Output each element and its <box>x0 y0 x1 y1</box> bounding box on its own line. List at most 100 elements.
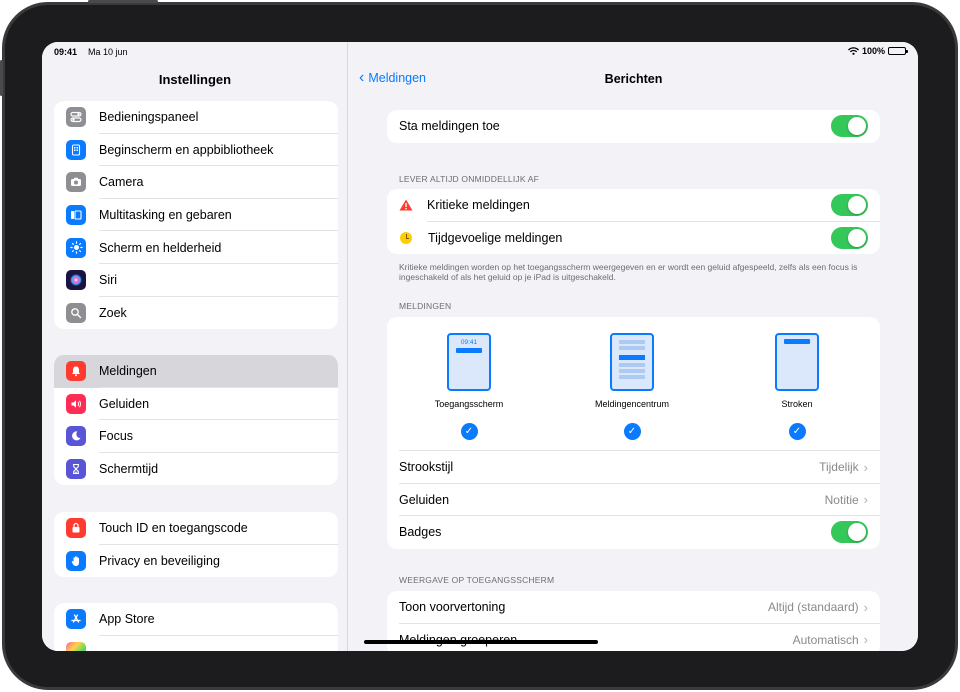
banner-style-value: Tijdelijk <box>819 460 859 475</box>
focus-moon-icon <box>66 426 86 447</box>
sidebar-item-camera[interactable]: Camera <box>54 166 338 199</box>
allow-notifications-toggle[interactable] <box>831 115 868 138</box>
sidebar-item-multitasking[interactable]: Multitasking en gebaren <box>54 199 338 232</box>
sounds-value: Notitie <box>824 492 859 507</box>
sidebar-item-control-center[interactable]: Bedieningspaneel <box>54 101 338 134</box>
lockscreen-section-header: WEERGAVE OP TOEGANGSSCHERM <box>399 575 555 585</box>
sidebar-item-label: Focus <box>99 429 134 444</box>
sidebar-item-screen-time[interactable]: Schermtijd <box>54 453 338 486</box>
style-option-notification-center[interactable]: Meldingencentrum ✓ <box>557 333 707 440</box>
sidebar-item-label: Privacy en beveiliging <box>99 553 220 568</box>
multitasking-icon <box>66 205 86 226</box>
badges-toggle[interactable] <box>831 521 868 544</box>
chevron-right-icon: › <box>863 632 868 648</box>
sidebar-group-general: Bedieningspaneel Beginscherm en appbibli… <box>54 101 338 330</box>
sidebar-title: Instellingen <box>158 72 232 87</box>
notifications-card: 09:41 Toegangsscherm ✓ Meldingencentrum … <box>387 317 880 549</box>
checkmark-icon: ✓ <box>788 423 806 440</box>
chevron-right-icon: › <box>863 599 868 615</box>
sounds-row[interactable]: Geluiden Notitie › <box>387 484 880 517</box>
search-icon <box>66 302 86 323</box>
alert-style-picker: 09:41 Toegangsscherm ✓ Meldingencentrum … <box>387 317 880 451</box>
screen: 09:41 Ma 10 jun Instellingen Bedieningsp… <box>42 42 918 651</box>
status-time: 09:41 <box>54 47 78 57</box>
status-date: Ma 10 jun <box>88 47 128 57</box>
battery-icon <box>888 47 908 55</box>
sidebar-item-notifications[interactable]: Meldingen <box>54 355 338 388</box>
sidebar-item-display[interactable]: Scherm en helderheid <box>54 231 338 264</box>
siri-icon <box>66 270 86 291</box>
hourglass-icon <box>66 459 86 480</box>
critical-alerts-label: Kritieke meldingen <box>427 198 530 213</box>
sidebar-item-privacy[interactable]: Privacy en beveiliging <box>54 545 338 578</box>
sidebar-item-label: Siri <box>99 273 118 288</box>
sidebar-item-label: Bedieningspaneel <box>99 110 199 125</box>
notifications-icon <box>66 361 86 382</box>
chevron-right-icon: › <box>863 459 868 475</box>
sidebar: 09:41 Ma 10 jun Instellingen Bedieningsp… <box>42 42 348 651</box>
notification-center-preview <box>610 333 654 391</box>
show-previews-value: Altijd (standaard) <box>767 600 859 615</box>
group-notifications-row[interactable]: Meldingen groeperen Automatisch › <box>387 624 880 652</box>
wifi-icon <box>848 47 859 55</box>
sidebar-item-search[interactable]: Zoek <box>54 297 338 330</box>
sidebar-group-apps: App Store <box>54 603 338 651</box>
sounds-label: Geluiden <box>399 492 450 507</box>
home-indicator[interactable] <box>364 640 598 644</box>
top-button <box>88 0 158 3</box>
badges-row: Badges <box>387 516 880 549</box>
allow-notifications-card: Sta meldingen toe <box>387 110 880 143</box>
sidebar-item-sounds[interactable]: Geluiden <box>54 388 338 421</box>
home-screen-icon <box>66 139 86 160</box>
sidebar-item-label: Camera <box>99 175 144 190</box>
sidebar-item-touch-id[interactable]: Touch ID en toegangscode <box>54 512 338 545</box>
time-sensitive-toggle[interactable] <box>831 226 868 249</box>
style-option-banners[interactable]: Stroken ✓ <box>722 333 872 440</box>
critical-footnote: Kritieke meldingen worden op het toegang… <box>399 262 858 282</box>
sidebar-item-label: Touch ID en toegangscode <box>99 521 248 536</box>
sidebar-item-label: App Store <box>99 612 155 627</box>
style-label: Toegangsscherm <box>434 399 504 409</box>
badges-label: Badges <box>399 525 442 540</box>
volume-button <box>0 60 3 96</box>
sidebar-item-siri[interactable]: Siri <box>54 264 338 297</box>
warning-icon <box>399 199 413 211</box>
sidebar-item-label: Meldingen <box>99 364 157 379</box>
sounds-icon <box>66 393 86 414</box>
checkmark-icon: ✓ <box>460 423 478 440</box>
preview-time: 09:41 <box>460 339 478 346</box>
time-sensitive-label: Tijdgevoelige meldingen <box>428 230 563 245</box>
notifications-section-header: MELDINGEN <box>399 301 452 311</box>
style-label: Stroken <box>781 399 813 409</box>
show-previews-row[interactable]: Toon voorvertoning Altijd (standaard) › <box>387 591 880 624</box>
allow-notifications-label: Sta meldingen toe <box>399 119 500 134</box>
lock-icon <box>66 518 86 539</box>
style-label: Meldingencentrum <box>594 399 670 409</box>
sidebar-item-label: Multitasking en gebaren <box>99 208 232 223</box>
group-notifications-value: Automatisch <box>792 632 859 647</box>
detail-pane: 100% ‹ Meldingen Berichten Sta meldingen… <box>349 42 918 651</box>
critical-alerts-row: Kritieke meldingen <box>387 189 880 222</box>
allow-notifications-row: Sta meldingen toe <box>387 110 880 143</box>
hand-icon <box>66 550 86 571</box>
lock-screen-preview: 09:41 <box>447 333 491 391</box>
deliver-section-header: LEVER ALTIJD ONMIDDELLIJK AF <box>399 174 540 184</box>
control-center-icon <box>66 107 86 128</box>
checkmark-icon: ✓ <box>623 423 641 440</box>
camera-icon <box>66 172 86 193</box>
sidebar-item-app-store[interactable]: App Store <box>54 603 338 636</box>
banner-style-label: Strookstijl <box>399 460 454 475</box>
banner-style-row[interactable]: Strookstijl Tijdelijk › <box>387 451 880 484</box>
deliver-card: Kritieke meldingen Tijdgevoelige melding… <box>387 189 880 254</box>
style-option-lock-screen[interactable]: 09:41 Toegangsscherm ✓ <box>394 333 544 440</box>
sidebar-item-label: Beginscherm en appbibliotheek <box>99 142 274 157</box>
sidebar-group-notifications: Meldingen Geluiden Focus Schermtijd <box>54 355 338 486</box>
critical-alerts-toggle[interactable] <box>831 194 868 217</box>
sidebar-item-partial[interactable] <box>54 636 338 651</box>
sidebar-item-label: Scherm en helderheid <box>99 240 222 255</box>
sidebar-item-focus[interactable]: Focus <box>54 420 338 453</box>
status-indicators: 100% <box>848 46 908 56</box>
banners-preview <box>775 333 819 391</box>
game-center-icon <box>66 641 86 651</box>
sidebar-item-home-screen[interactable]: Beginscherm en appbibliotheek <box>54 134 338 167</box>
